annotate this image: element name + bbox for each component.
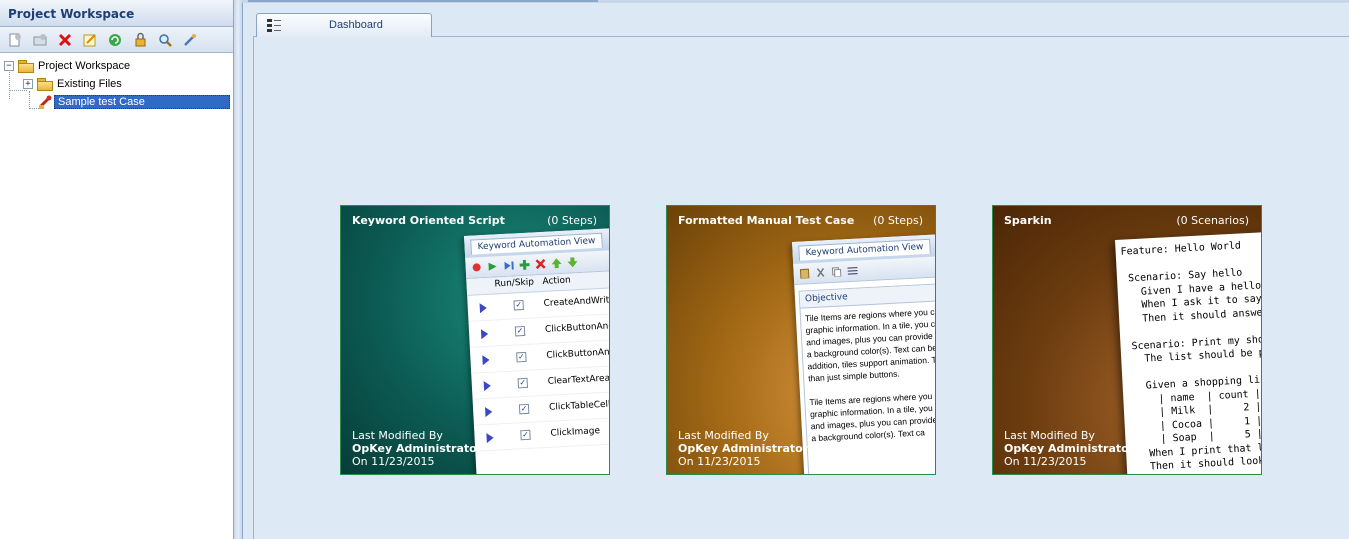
row-checkbox: ✓ [518, 403, 530, 415]
row-checkbox: ✓ [514, 325, 526, 337]
panel-splitter[interactable] [234, 0, 243, 539]
top-strip-accent [248, 0, 598, 2]
last-modified-label: Last Modified By [352, 429, 443, 442]
preview-tab: Keyword Automation View [798, 238, 931, 261]
paste-icon [799, 268, 810, 279]
tile-sparkin[interactable]: Sparkin (0 Scenarios) Feature: Hello Wor… [992, 205, 1262, 475]
dashboard-icon [267, 19, 281, 32]
tools-icon[interactable] [179, 31, 201, 49]
workspace-toolbar [0, 27, 233, 53]
row-arrow-icon [484, 406, 493, 418]
modified-on: On 11/23/2015 [678, 455, 761, 468]
row-action: ClickTableCell [548, 399, 610, 413]
tab-label: Dashboard [329, 19, 383, 31]
modified-by: OpKey Administrator [352, 442, 483, 455]
row-arrow-icon [479, 302, 488, 314]
new-folder-icon[interactable] [29, 31, 51, 49]
tile-preview-manual-view: Keyword Automation View Objective Tile I… [792, 233, 936, 474]
refresh-icon[interactable] [104, 31, 126, 49]
tree-label-existing-files: Existing Files [57, 77, 122, 90]
cut-icon [816, 267, 825, 278]
row-action: CreateAndWriteInTextFile [543, 293, 610, 309]
lock-icon[interactable] [129, 31, 151, 49]
row-arrow-icon [486, 432, 494, 444]
row-checkbox: ✓ [520, 429, 531, 441]
list-icon [847, 267, 858, 275]
panel-title: Project Workspace [0, 0, 233, 27]
feature-code: Feature: Hello World Scenario: Say hello… [1120, 240, 1262, 473]
objective-box: Objective Tile Items are regions where y… [798, 282, 936, 474]
modified-on: On 11/23/2015 [1004, 455, 1087, 468]
project-workspace-panel: Project Workspace − Project Workspace + … [0, 0, 234, 539]
last-modified-label: Last Modified By [1004, 429, 1095, 442]
copy-icon [831, 267, 842, 277]
row-action: ClickButtonAndWait [544, 320, 610, 335]
folder-open-icon [18, 59, 34, 73]
row-action: ClickImage [550, 426, 601, 439]
objective-text: Tile Items are regions where you can gra… [804, 306, 936, 444]
add-icon [519, 259, 530, 270]
delete-icon[interactable] [54, 31, 76, 49]
tile-preview-feature-file: Feature: Hello World Scenario: Say hello… [1115, 231, 1262, 474]
record-icon [472, 263, 481, 272]
row-checkbox: ✓ [513, 299, 524, 311]
remove-icon [535, 258, 546, 270]
modified-by: OpKey Administrator [678, 442, 809, 455]
project-tree: − Project Workspace + Existing Files Sam… [0, 53, 233, 539]
tree-node-existing-files[interactable]: + Existing Files [23, 75, 122, 92]
tree-label-sample-test-case: Sample test Case [54, 94, 230, 109]
tab-dashboard[interactable]: Dashboard [256, 13, 432, 37]
move-up-icon [551, 258, 562, 269]
preview-tab: Keyword Automation View [470, 232, 603, 255]
tile-footer: Last Modified By OpKey Administrator On … [352, 429, 482, 468]
test-case-icon [38, 95, 54, 109]
main-area: Dashboard Keyword Oriented Script (0 Ste… [243, 3, 1349, 539]
tree-node-sample-test-case[interactable]: Sample test Case [38, 93, 230, 110]
preview-rows: ✓ CreateAndWriteInTextFile ✓ ClickButtonAnd… [467, 287, 610, 452]
tree-node-root[interactable]: − Project Workspace [4, 57, 130, 74]
move-down-icon [567, 257, 578, 268]
tile-count: (0 Steps) [547, 214, 597, 227]
folder-icon [37, 77, 53, 91]
edit-icon[interactable] [79, 31, 101, 49]
modified-by: OpKey Administrator [1004, 442, 1135, 455]
expand-toggle[interactable]: + [23, 78, 33, 89]
search-icon[interactable] [154, 31, 176, 49]
tile-count: (0 Scenarios) [1176, 214, 1249, 227]
play-icon [488, 262, 497, 271]
row-checkbox: ✓ [517, 377, 529, 389]
tile-formatted-manual-test-case[interactable]: Formatted Manual Test Case (0 Steps) Key… [666, 205, 936, 475]
col-run-skip: Run/Skip [494, 277, 535, 290]
tile-title: Keyword Oriented Script [352, 214, 505, 227]
tile-count: (0 Steps) [873, 214, 923, 227]
tile-footer: Last Modified By OpKey Administrator On … [1004, 429, 1134, 468]
collapse-toggle[interactable]: − [4, 60, 14, 71]
row-action: ClearTextArea [547, 373, 610, 387]
col-action: Action [542, 275, 571, 287]
modified-on: On 11/23/2015 [352, 455, 435, 468]
tile-keyword-oriented-script[interactable]: Keyword Oriented Script (0 Steps) Keywor… [340, 205, 610, 475]
row-arrow-icon [483, 380, 492, 392]
last-modified-label: Last Modified By [678, 429, 769, 442]
row-checkbox: ✓ [516, 351, 527, 363]
tree-label-root: Project Workspace [38, 59, 131, 72]
tile-title: Formatted Manual Test Case [678, 214, 855, 227]
tile-preview-keyword-view: Keyword Automation View Run/Skip Action … [464, 227, 610, 474]
row-arrow-icon [482, 354, 490, 366]
step-icon [504, 261, 514, 270]
tile-title: Sparkin [1004, 214, 1052, 227]
tile-footer: Last Modified By OpKey Administrator On … [678, 429, 808, 468]
row-action: ClickButtonAndWait [546, 346, 610, 361]
new-file-icon[interactable] [4, 31, 26, 49]
row-arrow-icon [480, 328, 489, 340]
